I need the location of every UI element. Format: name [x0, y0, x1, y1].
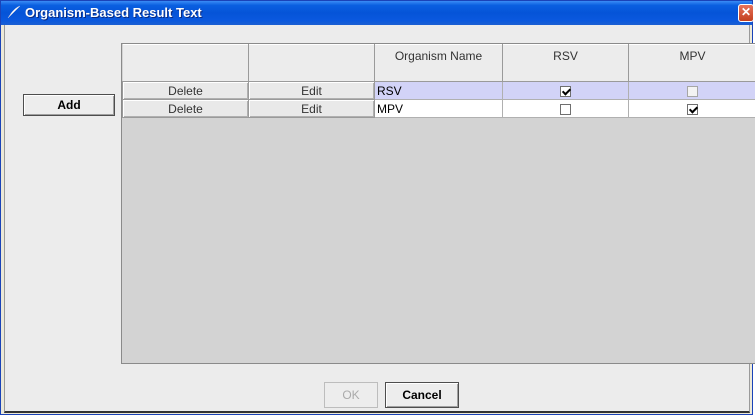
organism-name-cell[interactable]: RSV [374, 81, 503, 100]
ok-button[interactable]: OK [324, 382, 378, 408]
delete-button[interactable]: Delete [122, 99, 249, 118]
window-title: Organism-Based Result Text [25, 5, 202, 20]
rsv-checkbox[interactable] [560, 85, 571, 97]
mpv-checkbox[interactable] [687, 103, 698, 115]
dialog-window: Organism-Based Result Text ✕ Add Organis… [0, 0, 755, 415]
column-header-rsv[interactable]: RSV [502, 44, 629, 82]
cancel-button[interactable]: Cancel [385, 382, 459, 408]
organism-table: Organism Name RSV MPV Delete Edit RSV De… [122, 44, 755, 118]
rsv-cell [502, 81, 629, 100]
column-header-organism-name[interactable]: Organism Name [374, 44, 503, 82]
edit-button[interactable]: Edit [248, 81, 375, 100]
add-button[interactable]: Add [23, 94, 115, 116]
title-bar[interactable]: Organism-Based Result Text ✕ [1, 1, 754, 25]
mpv-cell [628, 81, 755, 100]
column-header-mpv[interactable]: MPV [628, 44, 755, 82]
rsv-checkbox[interactable] [560, 103, 571, 115]
edit-button[interactable]: Edit [248, 99, 375, 118]
delete-button[interactable]: Delete [122, 81, 249, 100]
column-header-delete [122, 44, 249, 82]
table-row[interactable]: Delete Edit RSV [122, 81, 755, 100]
mpv-checkbox[interactable] [687, 85, 698, 97]
mpv-cell [628, 99, 755, 118]
organism-table-panel: Organism Name RSV MPV Delete Edit RSV De… [121, 43, 755, 364]
table-row[interactable]: Delete Edit MPV [122, 99, 755, 118]
organism-name-cell[interactable]: MPV [374, 99, 503, 118]
quill-icon [7, 5, 21, 19]
table-header-row: Organism Name RSV MPV [122, 44, 755, 82]
rsv-cell [502, 99, 629, 118]
column-header-edit [248, 44, 375, 82]
dialog-content: Add Organism Name RSV MPV Delete Edit RS… [4, 25, 755, 413]
close-button[interactable]: ✕ [738, 4, 754, 22]
